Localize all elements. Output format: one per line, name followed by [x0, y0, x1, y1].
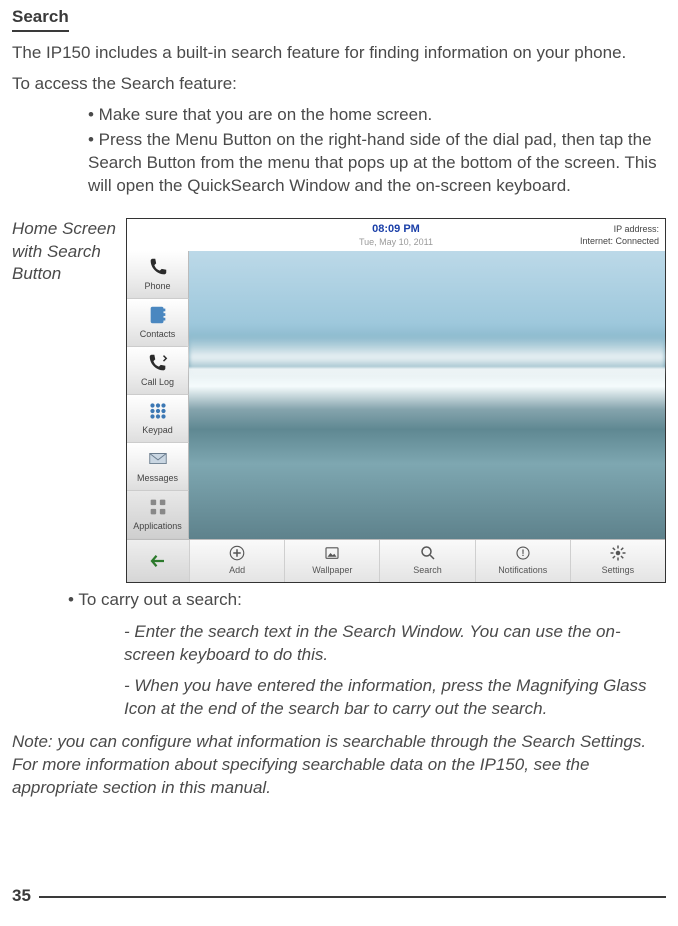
contacts-icon	[147, 304, 169, 326]
section-heading: Search	[12, 6, 69, 32]
add-icon	[228, 544, 246, 562]
bullet-item: • Press the Menu Button on the right-han…	[88, 129, 666, 198]
note-paragraph: Note: you can configure what information…	[12, 731, 666, 800]
back-button[interactable]	[127, 540, 189, 582]
menu-item-settings[interactable]: Settings	[570, 540, 665, 582]
menu-item-label: Wallpaper	[312, 564, 352, 576]
sidebar-item-applications[interactable]: Applications	[127, 491, 189, 539]
apps-icon	[147, 496, 169, 518]
page-number: 35	[12, 885, 31, 908]
home-body: Phone Contacts Call Log	[127, 251, 665, 539]
sidebar-item-label: Applications	[133, 520, 182, 532]
ip-address-label: IP address:	[614, 223, 659, 235]
menu-item-label: Notifications	[498, 564, 547, 576]
svg-text:!: !	[521, 548, 524, 558]
keypad-icon	[147, 400, 169, 422]
intro-paragraph-2: To access the Search feature:	[12, 73, 666, 96]
figure-caption: Home Screen with Search Button	[12, 218, 126, 287]
phone-icon	[147, 256, 169, 278]
menu-item-wallpaper[interactable]: Wallpaper	[284, 540, 379, 582]
sidebar: Phone Contacts Call Log	[127, 251, 189, 539]
settings-icon	[609, 544, 627, 562]
menu-item-notifications[interactable]: ! Notifications	[475, 540, 570, 582]
bullet-list: • Make sure that you are on the home scr…	[88, 104, 666, 198]
sidebar-item-label: Contacts	[140, 328, 176, 340]
menu-item-label: Settings	[602, 564, 635, 576]
notifications-icon: !	[514, 544, 532, 562]
sidebar-item-call-log[interactable]: Call Log	[127, 347, 189, 395]
menu-item-label: Search	[413, 564, 442, 576]
footer-rule	[39, 896, 666, 898]
sidebar-item-label: Phone	[144, 280, 170, 292]
messages-icon	[147, 448, 169, 470]
menu-item-search[interactable]: Search	[379, 540, 474, 582]
sidebar-item-phone[interactable]: Phone	[127, 251, 189, 299]
figure: Home Screen with Search Button 08:09 PM …	[12, 218, 666, 583]
phone-home-screen: 08:09 PM Tue, May 10, 2011 IP address: I…	[127, 219, 665, 582]
sub-bullet-list: - Enter the search text in the Search Wi…	[124, 621, 666, 721]
back-icon	[149, 552, 167, 570]
bottom-menu-bar: Add Wallpaper Search	[127, 539, 665, 582]
status-time: 08:09 PM	[263, 222, 529, 237]
screenshot: 08:09 PM Tue, May 10, 2011 IP address: I…	[126, 218, 666, 583]
menu-item-add[interactable]: Add	[189, 540, 284, 582]
status-right: IP address: Internet: Connected	[529, 223, 659, 247]
status-center: 08:09 PM Tue, May 10, 2011	[263, 222, 529, 249]
manual-page: Search The IP150 includes a built-in sea…	[0, 0, 678, 926]
status-bar: 08:09 PM Tue, May 10, 2011 IP address: I…	[127, 219, 665, 249]
call-log-icon	[147, 352, 169, 374]
status-date: Tue, May 10, 2011	[263, 236, 529, 248]
sidebar-item-label: Keypad	[142, 424, 173, 436]
sidebar-item-keypad[interactable]: Keypad	[127, 395, 189, 443]
bullet-item: • Make sure that you are on the home scr…	[88, 104, 666, 127]
bullet-item: • To carry out a search:	[68, 589, 666, 612]
sidebar-item-contacts[interactable]: Contacts	[127, 299, 189, 347]
sidebar-item-messages[interactable]: Messages	[127, 443, 189, 491]
page-footer: 35	[12, 885, 666, 908]
sidebar-item-label: Messages	[137, 472, 178, 484]
sidebar-item-label: Call Log	[141, 376, 174, 388]
sub-bullet-item: - Enter the search text in the Search Wi…	[124, 621, 666, 667]
search-icon	[419, 544, 437, 562]
wallpaper-area	[189, 251, 665, 539]
network-status-label: Internet: Connected	[580, 235, 659, 247]
wallpaper-icon	[323, 544, 341, 562]
sub-bullet-item: - When you have entered the information,…	[124, 675, 666, 721]
bullet-list-2: • To carry out a search:	[68, 589, 666, 612]
menu-item-label: Add	[229, 564, 245, 576]
intro-paragraph-1: The IP150 includes a built-in search fea…	[12, 42, 666, 65]
